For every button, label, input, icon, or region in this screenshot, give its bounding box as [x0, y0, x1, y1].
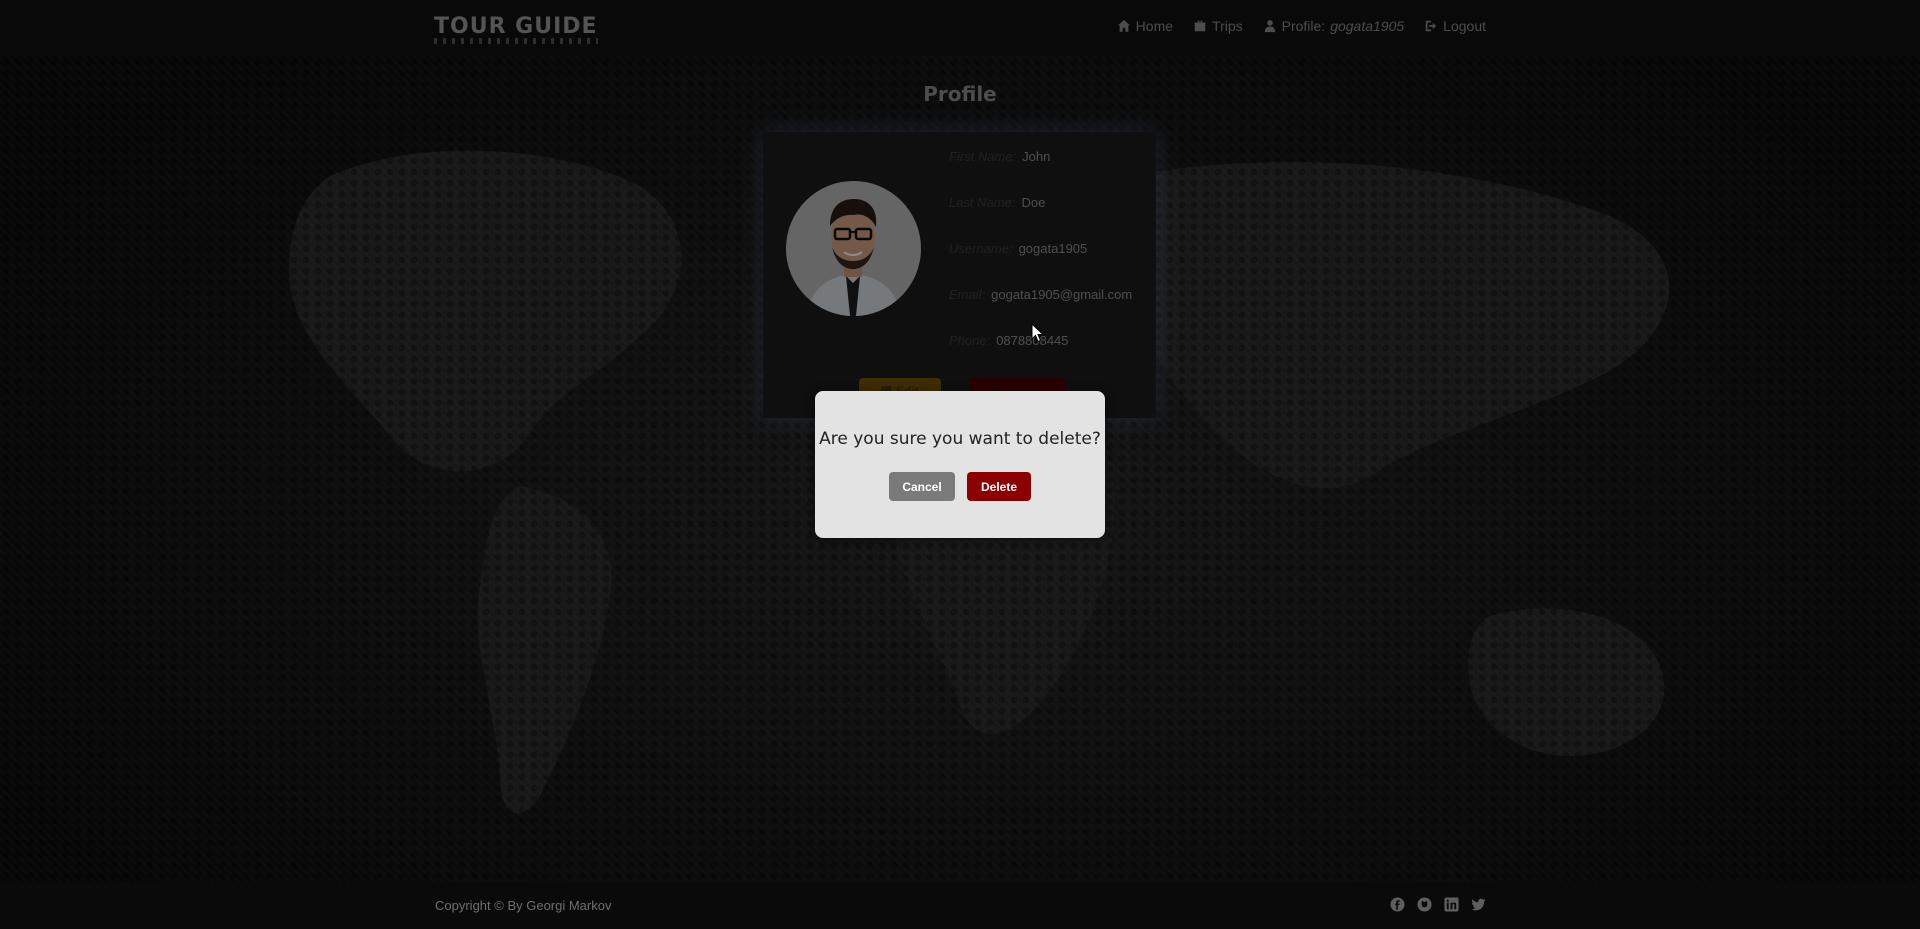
dialog-actions: Cancel Delete [815, 472, 1105, 501]
social-links [1390, 897, 1486, 912]
page: TOUR GUIDE Home Trips Profile: gogata190… [0, 0, 1920, 929]
cancel-button[interactable]: Cancel [889, 472, 955, 501]
twitter-icon[interactable] [1471, 897, 1486, 912]
footer: Copyright © By Georgi Markov [0, 882, 1920, 929]
github-icon[interactable] [1417, 897, 1432, 912]
facebook-icon[interactable] [1390, 897, 1405, 912]
linkedin-icon[interactable] [1444, 897, 1459, 912]
delete-confirm-dialog: Are you sure you want to delete? Cancel … [815, 391, 1105, 538]
dialog-question: Are you sure you want to delete? [819, 429, 1101, 449]
mouse-cursor-icon [1031, 323, 1045, 343]
copyright-text: Copyright © By Georgi Markov [435, 898, 612, 913]
confirm-delete-button[interactable]: Delete [967, 472, 1031, 501]
